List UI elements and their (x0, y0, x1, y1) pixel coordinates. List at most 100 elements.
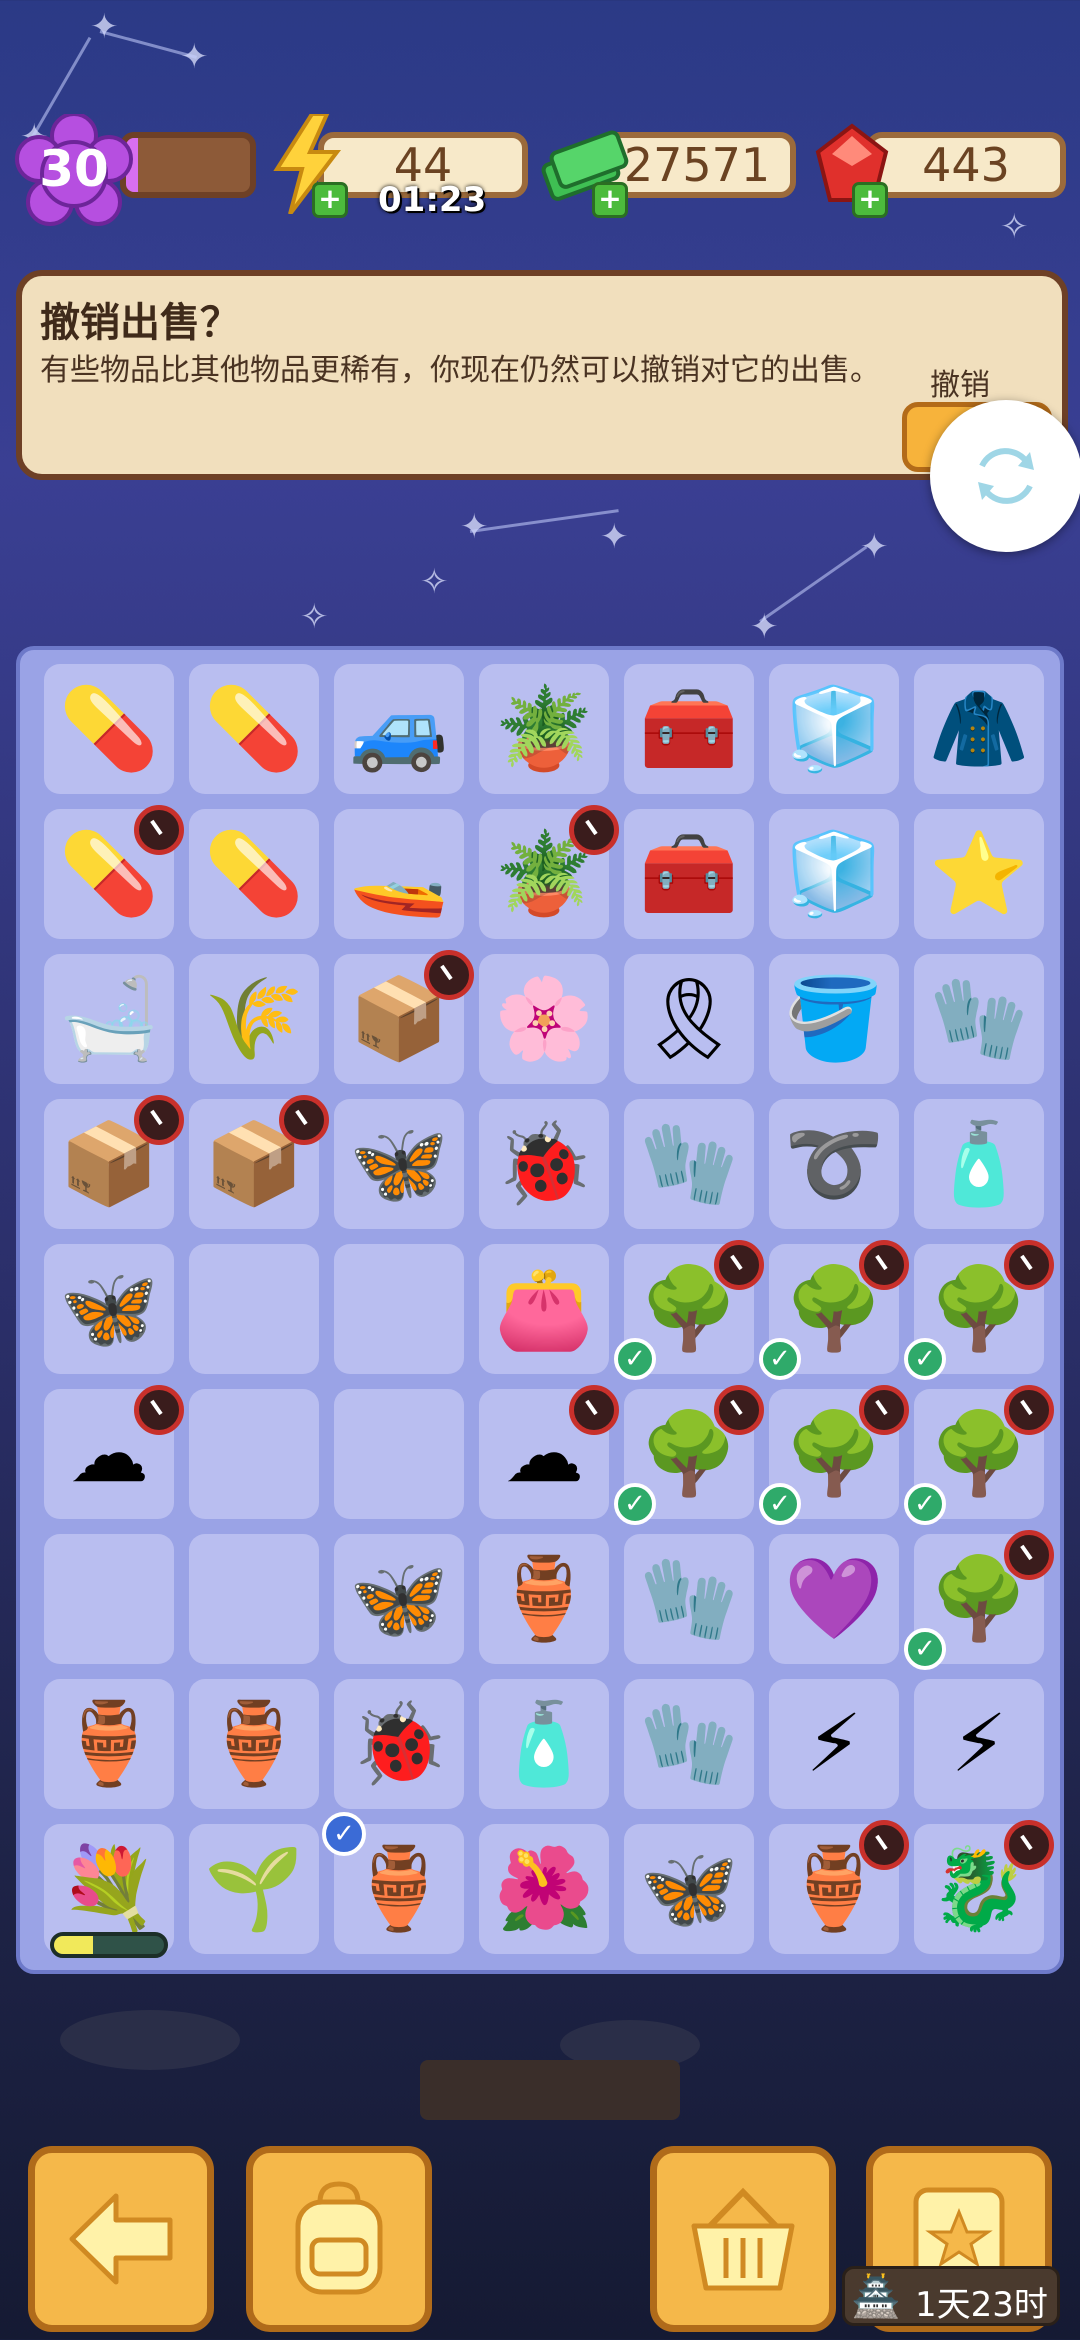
board-cell[interactable]: 🧊 (769, 809, 899, 939)
shop-basket-button[interactable] (650, 2146, 836, 2332)
board-cell[interactable]: 🧤 (624, 1534, 754, 1664)
refresh-button[interactable] (930, 400, 1080, 552)
backpack-button[interactable] (246, 2146, 432, 2332)
checkmark-icon: ✓ (759, 1338, 801, 1380)
board-cell[interactable]: 🛁 (44, 954, 174, 1084)
yellow-bucket-icon: 🪣 (784, 972, 884, 1065)
red-toolbox-icon: 🧰 (639, 827, 739, 920)
board-cell[interactable]: 🚤 (334, 809, 464, 939)
board-cell[interactable]: 🏺 (44, 1679, 174, 1809)
board-cell[interactable]: 💊 (189, 809, 319, 939)
undo-sale-description: 有些物品比其他物品更稀有，你现在仍然可以撤销对它的出售。 (40, 353, 880, 388)
board-cell[interactable]: 📦 (189, 1095, 329, 1229)
board-cell[interactable] (334, 1244, 464, 1374)
board-cell[interactable]: 🦋 (334, 1534, 464, 1664)
yellow-cooler-icon: 🧊 (784, 827, 884, 920)
board-cell[interactable] (189, 1244, 319, 1374)
board-cell[interactable]: 🌳 ✓ (904, 1385, 1054, 1525)
board-cell[interactable]: ⭐ (914, 809, 1044, 939)
board-cell[interactable]: 🌳 ✓ (904, 1240, 1054, 1380)
event-timer-text: 1天23时 (915, 2285, 1048, 2325)
board-cell[interactable] (189, 1389, 319, 1519)
gem-plus-button[interactable]: + (852, 182, 888, 218)
board-cell[interactable] (44, 1534, 174, 1664)
basket-icon (691, 2187, 795, 2291)
red-gloves-icon: 🧤 (639, 1552, 739, 1645)
bathtub-cabinet-icon: 🛁 (59, 972, 159, 1065)
gem-counter[interactable]: 443 (866, 132, 1066, 198)
board-cell[interactable]: 🌺 (479, 1824, 609, 1954)
board-cell[interactable]: 🧰 (624, 664, 754, 794)
board-cell[interactable]: 🦋 (624, 1824, 754, 1954)
board-cell[interactable]: ⚡ (914, 1679, 1044, 1809)
board-cell[interactable]: 🧥 (914, 664, 1044, 794)
board-cell[interactable]: 🌳 ✓ (759, 1240, 909, 1380)
board-cell[interactable]: 🏺 (769, 1820, 909, 1954)
ladybug-icon: 🐞 (494, 1117, 594, 1210)
purple-moth-large-icon: 🦋 (639, 1842, 739, 1935)
brown-coat-icon: 🧥 (929, 682, 1029, 775)
potted-plant-icon: 🪴 (494, 682, 594, 775)
constellation-line (759, 545, 868, 623)
board-cell[interactable] (189, 1534, 319, 1664)
red-gloves-icon: 🧤 (929, 972, 1029, 1065)
board-cell[interactable]: 🌱 (189, 1824, 319, 1954)
board-cell[interactable]: 🧤 (624, 1679, 754, 1809)
energy-coin-blue-icon: ⚡ (805, 1697, 863, 1790)
board-cell[interactable]: 💐 (44, 1824, 174, 1958)
board-cell[interactable]: 🌳 ✓ (904, 1530, 1054, 1670)
board-cell[interactable]: 🏺 (189, 1679, 319, 1809)
board-cell[interactable]: 🎗 (624, 954, 754, 1084)
board-cell[interactable]: 💊 (44, 664, 174, 794)
board-cell[interactable] (334, 1389, 464, 1519)
board-cell[interactable]: 🪴 (479, 805, 619, 939)
board-cell[interactable]: 💊 (44, 805, 184, 939)
undo-sale-panel: 撤销出售？ 有些物品比其他物品更稀有，你现在仍然可以撤销对它的出售。 撤销 ◀ (16, 270, 1068, 480)
board-cell[interactable]: 🧰 (624, 809, 754, 939)
board-cell[interactable]: 🐞 (479, 1099, 609, 1229)
board-cell[interactable]: 🚙 (334, 664, 464, 794)
board-cell[interactable]: 🌾 (189, 954, 319, 1084)
energy-plus-button[interactable]: + (312, 182, 348, 218)
board-cell[interactable]: 👛 (479, 1244, 609, 1374)
board-cell[interactable]: 🌳 ✓ (614, 1240, 764, 1380)
board-cell[interactable]: 🐞 (334, 1679, 464, 1809)
pale-moth-icon: 🦋 (59, 1262, 159, 1355)
board-cell[interactable]: 📦 (334, 950, 474, 1084)
star-decoration: ✧ (420, 562, 449, 602)
back-button[interactable] (28, 2146, 214, 2332)
board-cell[interactable]: 💊 (189, 664, 319, 794)
board-cell[interactable]: 🪴 (479, 664, 609, 794)
board-cell[interactable]: 🌸 (479, 954, 609, 1084)
board-cell[interactable]: 🧤 (914, 954, 1044, 1084)
board-cell[interactable]: 🧴 (914, 1099, 1044, 1229)
board-cell[interactable]: 🦋 (44, 1244, 174, 1374)
pagoda-icon: 🏯 (851, 2274, 901, 2320)
purple-moth-icon: 🦋 (349, 1117, 449, 1210)
selected-check-icon: ✓ (322, 1812, 366, 1856)
board-cell[interactable]: 🧊 (769, 664, 899, 794)
board-cell[interactable]: ⚡ (769, 1679, 899, 1809)
board-cell[interactable]: ☁ (479, 1385, 619, 1519)
event-timer-badge: 🏯 1天23时 (842, 2266, 1060, 2326)
board-cell[interactable]: 🏺 (479, 1534, 609, 1664)
board-cell[interactable]: 📦 (44, 1095, 184, 1229)
board-cell[interactable]: 🦋 (334, 1099, 464, 1229)
board-cell[interactable]: 🏺 ✓ (322, 1812, 464, 1954)
board-cell[interactable]: ➰ (769, 1099, 899, 1229)
board-cell[interactable]: 🧴 (479, 1679, 609, 1809)
seed-sack-icon: 🌾 (204, 972, 304, 1065)
checkmark-icon: ✓ (614, 1483, 656, 1525)
perfume-bottle-icon: 🧴 (494, 1697, 594, 1790)
board-cell[interactable]: 🐉 (914, 1820, 1054, 1954)
board-cell[interactable]: 💜 (769, 1534, 899, 1664)
board-cell[interactable]: 🌳 ✓ (614, 1385, 764, 1525)
board-cell[interactable]: 🪣 (769, 954, 899, 1084)
board-cell[interactable]: 🧤 (624, 1099, 754, 1229)
garden-hose-icon: ➰ (784, 1117, 884, 1210)
cash-plus-button[interactable]: + (592, 182, 628, 218)
vase-icon: 🏺 (494, 1552, 594, 1645)
board-cell[interactable]: ☁ (44, 1385, 184, 1519)
board-cell[interactable]: 🌳 ✓ (759, 1385, 909, 1525)
pale-moth-icon: 🦋 (349, 1552, 449, 1645)
